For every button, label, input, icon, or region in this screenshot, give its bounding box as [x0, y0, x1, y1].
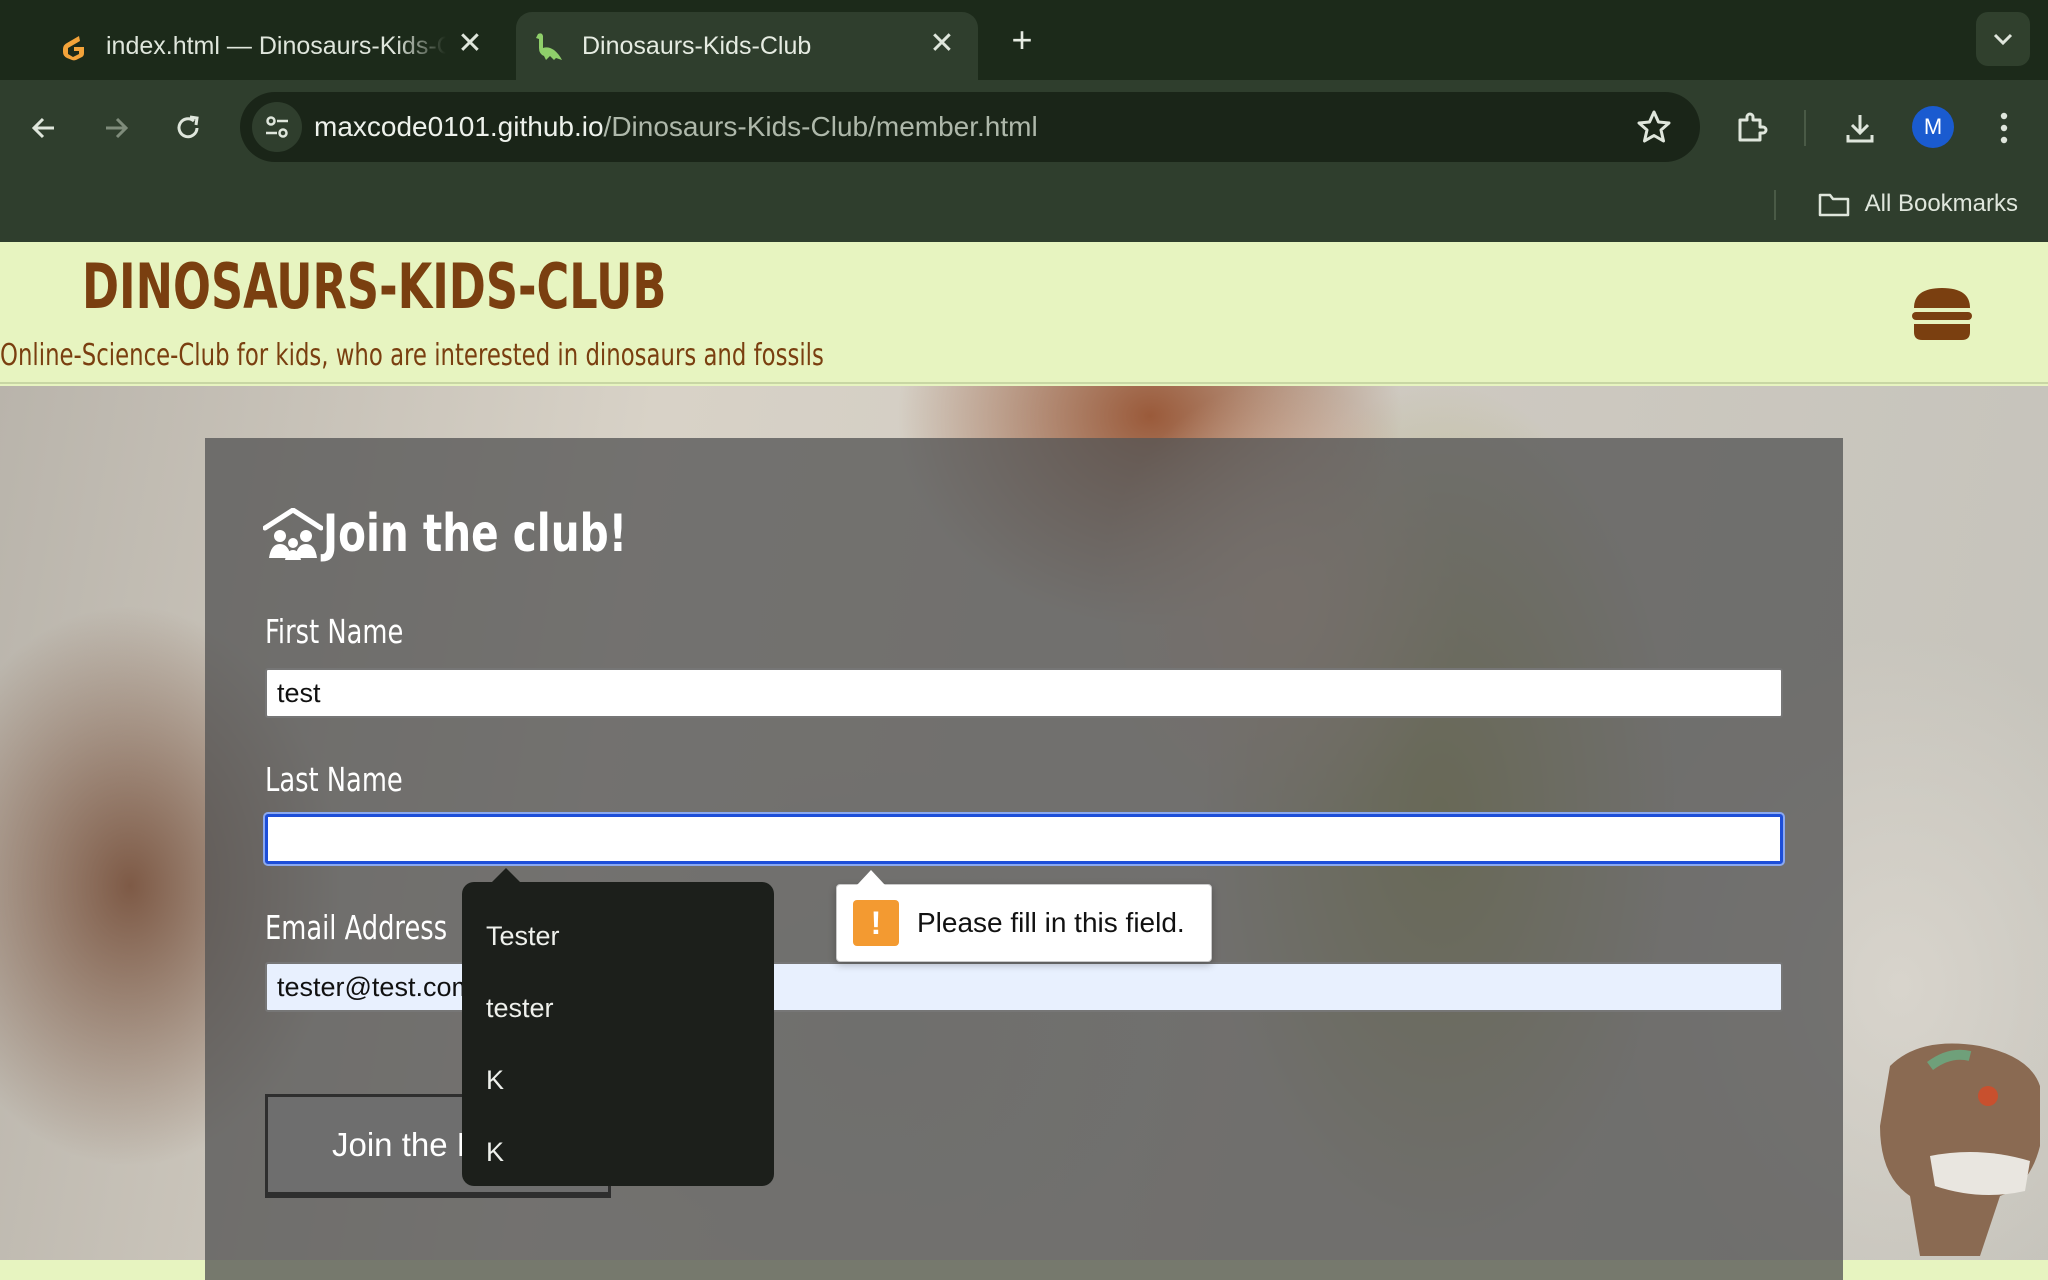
tune-icon [266, 116, 288, 138]
site-info-button[interactable] [252, 102, 302, 152]
dinosaur-icon [532, 30, 564, 62]
download-icon [1846, 115, 1874, 143]
autocomplete-item[interactable]: K [462, 1044, 774, 1116]
autocomplete-dropdown: Tester tester K K [462, 868, 774, 1188]
toy-dinosaur-image [1880, 1043, 2040, 1256]
bookmark-star-icon[interactable] [1636, 109, 1672, 145]
join-form-panel: Join the club! First Name test Last Name… [205, 438, 1843, 1280]
autocomplete-item[interactable]: Tester [462, 900, 774, 972]
site-title[interactable]: DINOSAURS-KIDS-CLUB [82, 250, 666, 323]
downloads-button[interactable] [1832, 100, 1888, 156]
gitpod-icon [56, 30, 88, 62]
warning-icon: ! [853, 900, 899, 946]
people-roof-icon [263, 508, 323, 560]
web-page: DINOSAURS-KIDS-CLUB Online-Science-Club … [0, 242, 2048, 1280]
url-host: maxcode0101.github.io [314, 111, 604, 142]
bookmarks-label: All Bookmarks [1864, 190, 2018, 217]
url-path: /Dinosaurs-Kids-Club/member.html [603, 111, 1038, 142]
bookmarks-divider [1774, 190, 1776, 220]
folder-icon [1818, 193, 1849, 217]
extensions-button[interactable] [1724, 100, 1780, 156]
site-tagline: Online-Science-Club for kids, who are in… [0, 338, 824, 373]
arrow-right-icon [106, 117, 129, 139]
autocomplete-item[interactable]: K [462, 1116, 774, 1188]
browser-tab-strip: index.html — Dinosaurs-Kids-Club ✕ Dinos… [0, 0, 2048, 80]
reload-icon [177, 115, 199, 139]
forward-button[interactable] [88, 100, 144, 156]
toolbar-divider [1804, 110, 1806, 146]
profile-avatar[interactable]: M [1912, 106, 1954, 148]
autocomplete-item[interactable]: tester [462, 972, 774, 1044]
tab-active-site[interactable]: Dinosaurs-Kids-Club ✕ [516, 12, 978, 80]
address-bar[interactable]: maxcode0101.github.io/Dinosaurs-Kids-Clu… [240, 92, 1700, 162]
all-bookmarks-button[interactable]: All Bookmarks [1817, 184, 2018, 224]
first-name-label: First Name [265, 612, 404, 651]
kebab-menu-icon [2000, 112, 2008, 144]
url-text: maxcode0101.github.io/Dinosaurs-Kids-Clu… [314, 92, 1038, 162]
arrow-left-icon [31, 117, 54, 139]
puzzle-icon [1738, 112, 1768, 142]
validation-tooltip: ! Please fill in this field. [836, 870, 1212, 962]
chevron-down-icon [1993, 33, 2013, 46]
close-tab-icon[interactable]: ✕ [924, 26, 960, 62]
back-button[interactable] [16, 100, 72, 156]
form-heading: Join the club! [263, 504, 713, 564]
browser-toolbar: maxcode0101.github.io/Dinosaurs-Kids-Clu… [0, 80, 2048, 242]
tab-title: Dinosaurs-Kids-Club [582, 31, 812, 60]
close-tab-icon[interactable]: ✕ [452, 26, 488, 62]
email-label: Email Address [265, 908, 448, 947]
last-name-field[interactable] [265, 814, 1783, 864]
new-tab-button[interactable]: + [1002, 20, 1042, 60]
site-header: DINOSAURS-KIDS-CLUB Online-Science-Club … [0, 242, 2048, 384]
first-name-field[interactable]: test [265, 668, 1783, 718]
reload-button[interactable] [160, 100, 216, 156]
last-name-label: Last Name [265, 760, 403, 799]
tab-editor[interactable]: index.html — Dinosaurs-Kids-Club ✕ [36, 12, 506, 80]
hamburger-icon[interactable] [1910, 284, 1974, 344]
tab-title: index.html — Dinosaurs-Kids-Club [106, 31, 446, 60]
tab-search-button[interactable] [1976, 12, 2030, 66]
validation-message: Please fill in this field. [917, 907, 1185, 938]
browser-menu-button[interactable] [1976, 100, 2032, 156]
form-heading-text: Join the club! [323, 504, 628, 564]
